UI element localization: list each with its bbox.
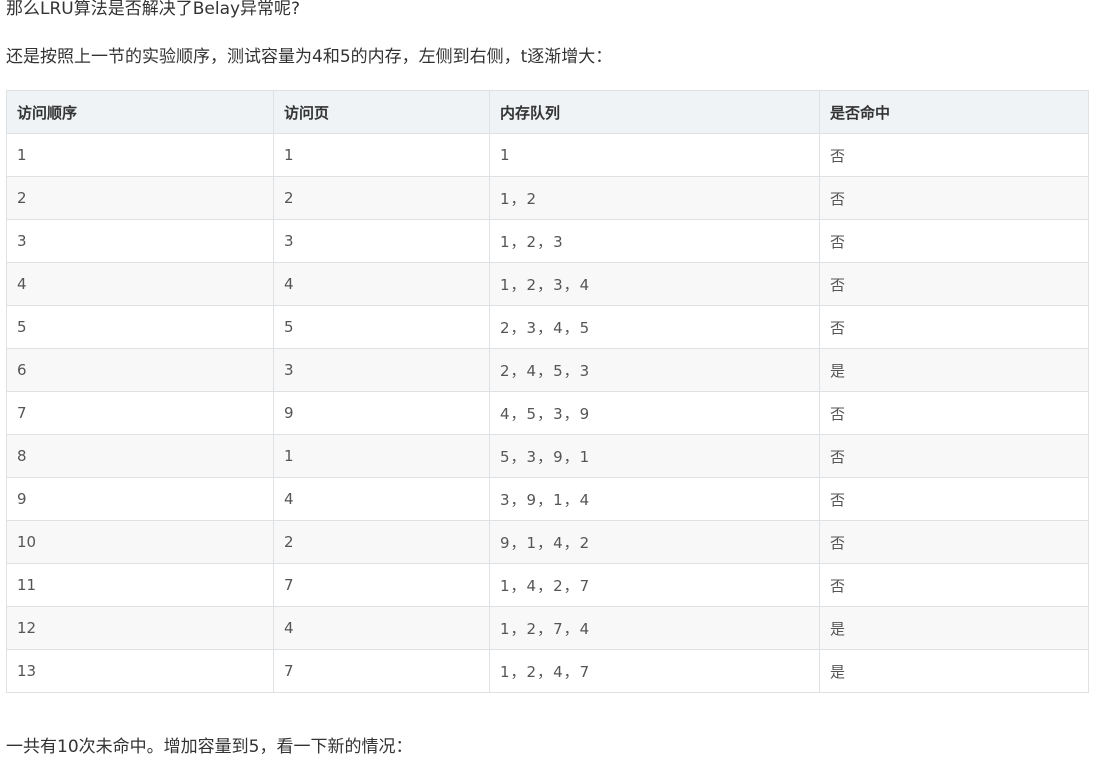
cell-access-order: 3: [6, 219, 274, 263]
table-row: 10 2 9，1，4，2 否: [6, 520, 1089, 564]
table-row: 2 2 1，2 否: [6, 176, 1089, 220]
cell-access-page: 9: [273, 391, 490, 435]
cell-access-page: 1: [273, 434, 490, 478]
cell-access-order: 12: [6, 606, 274, 650]
cell-memory-queue: 1，2，4，7: [489, 649, 820, 693]
table-row: 12 4 1，2，7，4 是: [6, 606, 1089, 650]
cell-hit: 否: [819, 563, 1089, 607]
cell-access-order: 13: [6, 649, 274, 693]
table-header-row: 访问顺序 访问页 内存队列 是否命中: [6, 90, 1089, 134]
header-access-order: 访问顺序: [6, 90, 274, 134]
cell-memory-queue: 1，2，3: [489, 219, 820, 263]
cell-access-order: 7: [6, 391, 274, 435]
cell-hit: 否: [819, 305, 1089, 349]
cell-access-page: 1: [273, 133, 490, 177]
cell-memory-queue: 2，3，4，5: [489, 305, 820, 349]
cell-hit: 否: [819, 133, 1089, 177]
cell-memory-queue: 1，2，7，4: [489, 606, 820, 650]
cell-access-page: 3: [273, 348, 490, 392]
cell-access-order: 9: [6, 477, 274, 521]
table-row: 9 4 3，9，1，4 否: [6, 477, 1089, 521]
cell-access-page: 4: [273, 477, 490, 521]
table-row: 8 1 5，3，9，1 否: [6, 434, 1089, 478]
table-row: 5 5 2，3，4，5 否: [6, 305, 1089, 349]
table-row: 13 7 1，2，4，7 是: [6, 649, 1089, 693]
cell-memory-queue: 1，2: [489, 176, 820, 220]
table-row: 6 3 2，4，5，3 是: [6, 348, 1089, 392]
cell-access-order: 2: [6, 176, 274, 220]
cell-memory-queue: 5，3，9，1: [489, 434, 820, 478]
cell-hit: 是: [819, 348, 1089, 392]
table-row: 11 7 1，4，2，7 否: [6, 563, 1089, 607]
cell-access-page: 7: [273, 563, 490, 607]
cell-access-order: 4: [6, 262, 274, 306]
cell-access-page: 5: [273, 305, 490, 349]
cell-memory-queue: 9，1，4，2: [489, 520, 820, 564]
cell-memory-queue: 1: [489, 133, 820, 177]
cell-hit: 否: [819, 520, 1089, 564]
cell-hit: 否: [819, 477, 1089, 521]
table-row: 7 9 4，5，3，9 否: [6, 391, 1089, 435]
cell-access-page: 7: [273, 649, 490, 693]
cell-memory-queue: 1，4，2，7: [489, 563, 820, 607]
table-row: 3 3 1，2，3 否: [6, 219, 1089, 263]
cell-hit: 否: [819, 434, 1089, 478]
cell-hit: 否: [819, 262, 1089, 306]
header-access-page: 访问页: [273, 90, 490, 134]
header-hit: 是否命中: [819, 90, 1089, 134]
cell-access-order: 11: [6, 563, 274, 607]
cell-hit: 是: [819, 649, 1089, 693]
intro-description: 还是按照上一节的实验顺序，测试容量为4和5的内存，左侧到右侧，t逐渐增大：: [6, 47, 613, 67]
cell-access-order: 6: [6, 348, 274, 392]
cell-hit: 否: [819, 219, 1089, 263]
cell-access-page: 3: [273, 219, 490, 263]
footer-text: 一共有10次未命中。增加容量到5，看一下新的情况：: [6, 737, 413, 757]
cell-hit: 否: [819, 176, 1089, 220]
cell-access-page: 2: [273, 176, 490, 220]
table-row: 4 4 1，2，3，4 否: [6, 262, 1089, 306]
cell-memory-queue: 2，4，5，3: [489, 348, 820, 392]
cell-access-order: 10: [6, 520, 274, 564]
cell-hit: 否: [819, 391, 1089, 435]
table-row: 111否: [6, 133, 1089, 177]
cell-memory-queue: 3，9，1，4: [489, 477, 820, 521]
cell-access-page: 4: [273, 262, 490, 306]
cell-access-page: 4: [273, 606, 490, 650]
intro-question: 那么LRU算法是否解决了Belay异常呢?: [6, 0, 301, 19]
cell-access-page: 2: [273, 520, 490, 564]
cell-access-order: 5: [6, 305, 274, 349]
header-memory-queue: 内存队列: [489, 90, 820, 134]
cell-memory-queue: 4，5，3，9: [489, 391, 820, 435]
cell-access-order: 8: [6, 434, 274, 478]
lru-access-table: 访问顺序 访问页 内存队列 是否命中 1 1 1 否 2 2 1，2 否 3 3 1，2，3 否 4 4 1…: [6, 90, 1089, 693]
cell-access-order: 1: [6, 133, 274, 177]
cell-hit: 是: [819, 606, 1089, 650]
cell-memory-queue: 1，2，3，4: [489, 262, 820, 306]
